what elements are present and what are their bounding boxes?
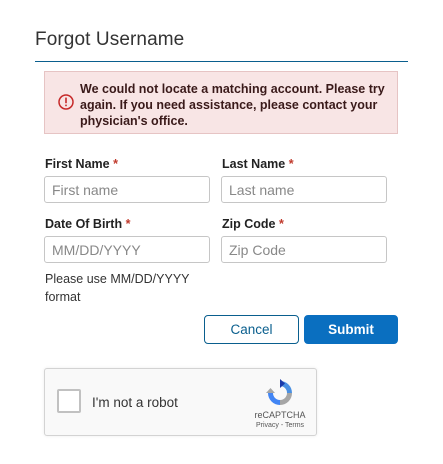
required-mark: *: [278, 217, 284, 231]
dob-label-text: Date Of Birth: [45, 217, 123, 231]
dob-format-hint: Please use MM/DD/YYYY format: [45, 272, 190, 304]
submit-button[interactable]: Submit: [304, 315, 398, 344]
recaptcha-links: Privacy - Terms: [245, 422, 315, 429]
last-name-input[interactable]: [221, 176, 387, 203]
recaptcha-label: I'm not a robot: [92, 395, 178, 410]
recaptcha-brand: reCAPTCHA: [254, 410, 306, 420]
zip-label: Zip Code *: [222, 217, 284, 231]
last-name-label: Last Name *: [222, 157, 294, 171]
first-name-label-text: First Name: [45, 157, 110, 171]
dob-input[interactable]: [44, 236, 210, 263]
required-mark: *: [288, 157, 294, 171]
recaptcha-terms-link[interactable]: Terms: [285, 422, 304, 429]
title-divider: [35, 61, 408, 62]
recaptcha-widget: I'm not a robot reCAPTCHA Privacy - Term…: [44, 368, 317, 436]
recaptcha-logo-icon: [264, 377, 296, 409]
last-name-label-text: Last Name: [222, 157, 286, 171]
required-mark: *: [113, 157, 118, 171]
error-alert: We could not locate a matching account. …: [44, 71, 398, 134]
recaptcha-privacy-link[interactable]: Privacy: [256, 422, 279, 429]
first-name-label: First Name *: [45, 157, 118, 171]
alert-message: We could not locate a matching account. …: [80, 82, 385, 128]
first-name-input[interactable]: [44, 176, 210, 203]
recaptcha-checkbox[interactable]: [57, 389, 81, 413]
cancel-button[interactable]: Cancel: [204, 315, 299, 344]
page-title: Forgot Username: [35, 29, 185, 50]
dob-label: Date Of Birth *: [45, 217, 130, 231]
zip-input[interactable]: [221, 236, 387, 263]
required-mark: *: [125, 217, 131, 231]
zip-label-text: Zip Code: [222, 217, 276, 231]
exclamation-circle-icon: [58, 94, 74, 110]
